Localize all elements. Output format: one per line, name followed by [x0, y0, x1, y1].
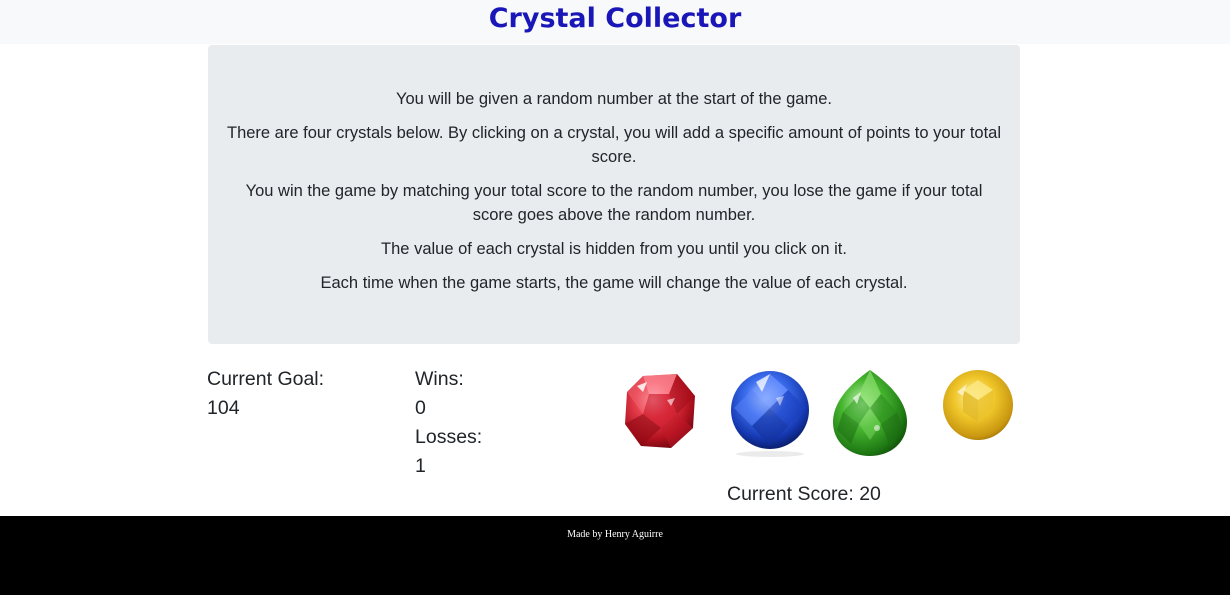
instruction-line: The value of each crystal is hidden from… [381, 240, 847, 258]
current-goal-label: Current Goal: [207, 368, 325, 390]
green-crystal-icon [833, 370, 907, 456]
yellow-crystal-icon [943, 370, 1013, 440]
current-score: Current Score: 20 [727, 483, 881, 505]
current-goal-value: 104 [207, 397, 240, 419]
page-title: Crystal Collector [488, 3, 742, 34]
blue-crystal-button[interactable] [726, 368, 814, 458]
wins-value: 0 [415, 397, 426, 419]
instruction-line: Each time when the game starts, the game… [320, 274, 908, 292]
red-crystal-icon [625, 374, 695, 448]
header-bar: Crystal Collector [0, 0, 1230, 44]
red-crystal-button[interactable] [621, 370, 699, 452]
green-crystal-button[interactable] [829, 368, 911, 458]
losses-value: 1 [415, 455, 426, 477]
yellow-crystal-button[interactable] [941, 368, 1015, 442]
footer: Made by Henry Aguirre [0, 516, 1230, 595]
blue-crystal-icon [731, 371, 809, 457]
instructions-panel: You will be given a random number at the… [208, 45, 1020, 344]
instruction-line: You will be given a random number at the… [396, 90, 832, 108]
instructions-text: You will be given a random number at the… [226, 87, 1002, 305]
footer-credit: Made by Henry Aguirre [567, 529, 663, 540]
losses-label: Losses: [415, 426, 483, 448]
wins-label: Wins: [415, 368, 464, 390]
instruction-line: You win the game by matching your total … [245, 182, 983, 224]
instruction-line: There are four crystals below. By clicki… [226, 124, 1002, 166]
